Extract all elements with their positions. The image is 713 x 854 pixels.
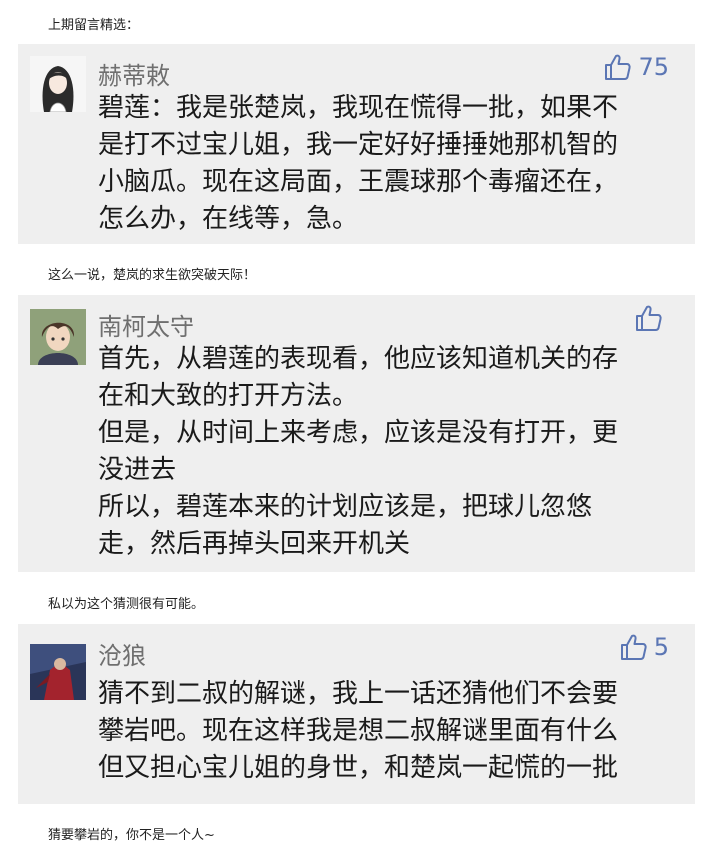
comment-line: 攀岩吧。现在这样我是想二叔解谜里面有什么 (98, 716, 619, 746)
username[interactable]: 赫蒂敕 (98, 56, 170, 91)
comment-line: 在和大致的打开方法。 (98, 381, 359, 411)
comment-line: 但又担心宝儿姐的身世，和楚岚一起慌的一批 (98, 753, 619, 783)
avatar[interactable] (30, 56, 86, 112)
comment-line: 走，然后再掉头回来开机关 (98, 529, 411, 559)
comment-line: 是打不过宝儿姐，我一定好好捶捶她那机智的 (98, 130, 619, 160)
username[interactable]: 沧狼 (98, 636, 146, 671)
like-button[interactable]: 5 (618, 632, 669, 662)
username[interactable]: 南柯太守 (98, 307, 194, 342)
like-count: 5 (653, 633, 669, 661)
section-caption: 上期留言精选： (48, 18, 140, 33)
section-caption: 这么一说，楚岚的求生欲突破天际！ (48, 268, 257, 283)
like-count: 75 (638, 53, 669, 81)
like-button[interactable] (633, 303, 669, 333)
comment-line: 小脑瓜。现在这局面，王震球那个毒瘤还在， (98, 167, 619, 197)
comment-card: 沧狼 5 猜不到二叔的解谜，我上一话还猜他们不会要 攀岩吧。现在这样我是想二叔解… (18, 624, 695, 804)
comment-text: 首先，从碧莲的表现看，他应该知道机关的存 在和大致的打开方法。 但是，从时间上来… (98, 341, 675, 563)
section-caption: 猜要攀岩的，你不是一个人~ (48, 828, 215, 843)
comment-text: 猜不到二叔的解谜，我上一话还猜他们不会要 攀岩吧。现在这样我是想二叔解谜里面有什… (98, 676, 675, 787)
like-button[interactable]: 75 (602, 52, 669, 82)
avatar[interactable] (30, 644, 86, 700)
comment-line: 首先，从碧莲的表现看，他应该知道机关的存 (98, 344, 619, 374)
avatar[interactable] (30, 309, 86, 365)
thumbs-up-icon (633, 303, 663, 333)
comment-line: 碧莲：我是张楚岚，我现在慌得一批，如果不 (98, 93, 619, 123)
comment-line: 但是，从时间上来考虑，应该是没有打开，更 (98, 418, 619, 448)
comment-line: 所以，碧莲本来的计划应该是，把球儿忽悠 (98, 492, 593, 522)
thumbs-up-icon (618, 632, 648, 662)
section-caption: 私以为这个猜测很有可能。 (48, 597, 205, 612)
comment-card: 南柯太守 首先，从碧莲的表现看，他应该知道机关的存 在和大致的打开方法。 但是，… (18, 295, 695, 572)
comment-line: 怎么办，在线等，急。 (98, 204, 359, 234)
comment-line: 猜不到二叔的解谜，我上一话还猜他们不会要 (98, 679, 619, 709)
comment-line: 没进去 (98, 455, 177, 485)
thumbs-up-icon (602, 52, 632, 82)
comment-text: 碧莲：我是张楚岚，我现在慌得一批，如果不 是打不过宝儿姐，我一定好好捶捶她那机智… (98, 90, 675, 238)
comment-card: 赫蒂敕 75 碧莲：我是张楚岚，我现在慌得一批，如果不 是打不过宝儿姐，我一定好… (18, 44, 695, 244)
